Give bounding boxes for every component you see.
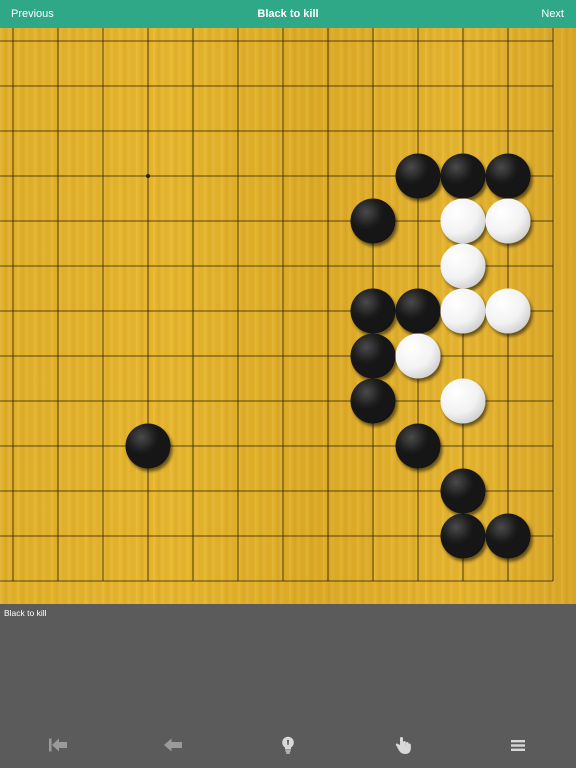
white-stone (440, 378, 486, 424)
top-navbar: Previous Black to kill Next (0, 0, 576, 28)
hint-lightbulb-icon (282, 736, 294, 754)
black-stone (485, 513, 531, 559)
white-stone (440, 288, 486, 334)
white-stone (485, 288, 531, 334)
page-title: Black to kill (257, 8, 319, 20)
black-stone (350, 198, 396, 244)
back-arrow-icon (164, 738, 182, 752)
black-stone (350, 378, 396, 424)
black-stone (440, 153, 486, 199)
black-stone (395, 423, 441, 469)
black-stone (485, 153, 531, 199)
black-stone (125, 423, 171, 469)
white-stone (395, 333, 441, 379)
black-stone (440, 468, 486, 514)
tap-mode-button[interactable] (391, 734, 415, 756)
previous-button[interactable]: Previous (11, 8, 54, 20)
black-stone (440, 513, 486, 559)
hint-button[interactable] (276, 734, 300, 756)
go-board[interactable] (0, 28, 576, 604)
menu-button[interactable] (506, 734, 530, 756)
next-button[interactable]: Next (541, 8, 564, 20)
white-stone (440, 243, 486, 289)
black-stone (350, 288, 396, 334)
skip-to-start-icon (49, 738, 67, 752)
black-stone (350, 333, 396, 379)
comment-panel: Black to kill (0, 604, 576, 722)
menu-icon (511, 739, 525, 751)
bottom-toolbar (0, 722, 576, 768)
tap-hand-icon (395, 736, 411, 754)
back-button[interactable] (161, 734, 185, 756)
white-stone (485, 198, 531, 244)
skip-to-start-button[interactable] (46, 734, 70, 756)
star-point (146, 174, 150, 178)
black-stone (395, 288, 441, 334)
board-grid[interactable] (0, 28, 576, 604)
comment-text: Black to kill (4, 608, 47, 618)
black-stone (395, 153, 441, 199)
white-stone (440, 198, 486, 244)
